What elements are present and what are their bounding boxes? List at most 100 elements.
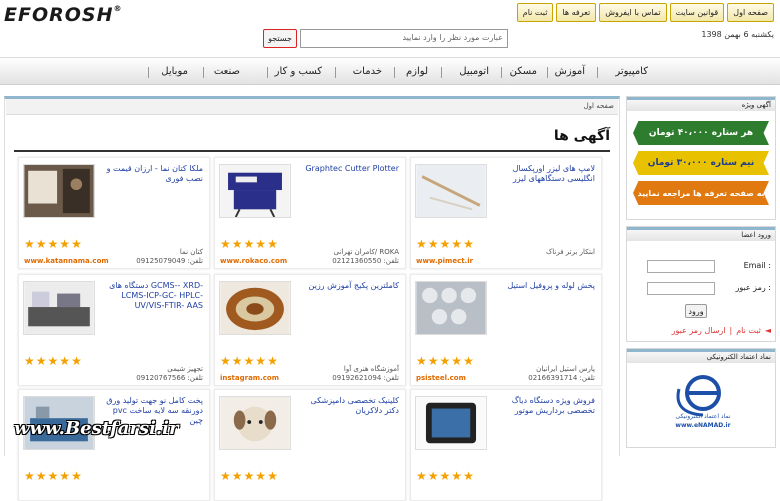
top-link-home[interactable]: صفحه اول [727,3,774,22]
nav-separator [203,67,204,78]
ad-card[interactable]: لامپ های لیزر اورپکسال انگلیسی دستگاههای… [410,157,602,269]
star-icon: ★ [47,354,59,368]
ad-image[interactable] [219,281,291,335]
ad-website-link[interactable]: psisteel.com [416,374,466,382]
top-link-tariffs[interactable]: تعرفه ها [556,3,597,22]
search-input[interactable]: عبارت مورد نظر را وارد نمایید [300,29,508,48]
breadcrumb[interactable]: صفحه اول [6,99,618,115]
ad-website-link[interactable]: www.pimect.ir [416,257,473,265]
ad-image[interactable] [23,281,95,335]
section-divider [14,150,610,152]
ad-phone: تلفن: 02121360550 [332,257,399,265]
rating-stars: ★ ★ ★ ★ ★ [416,355,474,367]
star-icon: ★ [463,354,474,368]
nav-housing[interactable]: مسکن [510,66,537,77]
star-icon: ★ [451,469,463,483]
star-icon: ★ [427,469,439,483]
star-icon: ★ [59,237,71,251]
nav-education[interactable]: آموزش [555,66,585,77]
ad-title[interactable]: کلینیک تخصصی دامپزشکی دکتر دلاکریان [295,396,399,416]
top-link-contact[interactable]: تماس با ایفروش [599,3,667,22]
ad-image[interactable] [23,164,95,218]
ad-card[interactable]: کلینیک تخصصی دامپزشکی دکتر دلاکریان ★ ★ ★ ★ ★ [214,389,406,501]
ad-card[interactable]: ملکا کتان نما - ارزان قیمت و نصب فوری ★ ★ ★… [18,157,210,269]
nav-separator [335,67,336,78]
ad-card[interactable]: دستگاه های GCMS-- XRD-LCMS-ICP-GC- HPLC-… [18,274,210,386]
ad-website-link[interactable]: www.katannama.com [24,257,109,265]
nav-appliances[interactable]: لوازم [406,66,428,77]
trust-caption: نماد اعتماد الکترونیکی [675,413,731,420]
nav-mobile[interactable]: موبایل [161,66,188,77]
star-icon: ★ [463,237,474,251]
nav-business[interactable]: کسب و کار [275,66,322,77]
nav-separator [501,67,502,78]
star-icon: ★ [255,354,267,368]
ad-title[interactable]: ملکا کتان نما - ارزان قیمت و نصب فوری [99,164,203,184]
login-button[interactable]: ورود [685,304,707,318]
ad-card[interactable]: فروش ویژه دستگاه دیاگ تخصصی برداریش موتو… [410,389,602,501]
nav-cars[interactable]: اتومبیل [459,66,489,77]
ad-image[interactable] [219,164,291,218]
ad-title[interactable]: پخش لوله و پروفیل استیل [491,281,595,291]
nav-services[interactable]: خدمات [353,66,382,77]
nav-separator [394,67,395,78]
ad-image[interactable] [219,396,291,450]
star-icon: ★ [24,354,35,368]
nav-computer[interactable]: کامپیوتر [615,66,648,77]
ad-title[interactable]: فروش ویژه دستگاه دیاگ تخصصی برداریش موتو… [491,396,595,416]
star-icon: ★ [59,469,71,483]
star-icon: ★ [47,469,59,483]
star-icon: ★ [231,469,243,483]
ad-phone: تلفن: 09120767566 [136,374,203,382]
rating-stars: ★ ★ ★ ★ ★ [220,238,278,250]
email-field[interactable] [647,260,715,273]
ad-card[interactable]: Graphtec Cutter Plotter ★ ★ ★ ★ ★ کامران تهران… [214,157,406,269]
star-icon: ★ [463,469,474,483]
star-icon: ★ [35,469,47,483]
ribbon-tariffs[interactable]: به صفحه تعرفه ها مراجعه نمایید [633,181,769,205]
ad-title[interactable]: دستگاه های GCMS-- XRD-LCMS-ICP-GC- HPLC-… [99,281,203,311]
star-icon: ★ [59,354,71,368]
nav-separator [547,67,548,78]
ad-card[interactable]: پخش لوله و پروفیل استیل ★ ★ ★ ★ ★ پارس استیل ا… [410,274,602,386]
enamad-seal-icon[interactable]: نماد اعتماد الکترونیکی www.eNAMAD.ir [665,369,741,445]
top-links: ثبت نام تعرفه ها تماس با ایفروش قوانین س… [516,3,774,22]
ad-website-link[interactable]: www.rokaco.com [220,257,287,265]
ad-title[interactable]: کاملترین پکیج آموزش رزین [295,281,400,291]
top-link-rules[interactable]: قوانین سایت [669,3,725,22]
links-separator: | [729,326,733,335]
login-title: ورود اعضا [627,227,775,241]
ad-image[interactable] [415,281,487,335]
ad-image[interactable] [415,164,487,218]
top-link-register[interactable]: ثبت نام [516,3,554,22]
star-icon: ★ [243,469,255,483]
register-link[interactable]: ثبت نام [736,326,761,335]
password-field[interactable] [647,282,715,295]
search-button[interactable]: جستجو [263,29,297,48]
star-icon: ★ [439,237,451,251]
category-nav: کامپیوتر آموزش مسکن اتومبیل لوازم خدمات … [0,57,780,85]
ad-website-link[interactable]: instagram.com [220,374,279,382]
star-icon: ★ [267,237,278,251]
nav-separator [148,67,149,78]
ad-title[interactable]: Graphtec Cutter Plotter [295,164,399,174]
trust-url: www.eNAMAD.ir [675,422,731,429]
ad-image[interactable] [415,396,487,450]
ad-card[interactable]: پخت کامل نو جهت تولید ورق pvc دورنقه سه … [18,389,210,501]
rating-stars: ★ ★ ★ ★ ★ [220,470,278,482]
forgot-password-link[interactable]: ارسال رمز عبور [672,326,726,335]
ad-title[interactable]: لامپ های لیزر اورپکسال انگلیسی دستگاههای… [491,164,595,184]
star-icon: ★ [255,469,267,483]
star-icon: ★ [231,354,243,368]
password-label: رمز عبور : [735,283,771,292]
ribbon-full-star[interactable]: هر ستاره ۴۰،۰۰۰ تومان [633,121,769,145]
ad-card[interactable]: کاملترین پکیج آموزش رزین ★ ★ ★ ★ ★ آموزشگاه هن… [214,274,406,386]
ad-advertiser: کامران تهرانی/ ROKA [333,248,399,256]
featured-ads-title: آگهی ویژه [627,97,775,111]
ribbon-half-star[interactable]: نیم ستاره ۳۰،۰۰۰ تومان [633,151,769,175]
site-logo[interactable]: EFOROSH® [4,4,122,26]
ad-advertiser: پارس استیل ایرانیان [536,365,595,373]
nav-industry[interactable]: صنعت [214,66,240,77]
rating-stars: ★ ★ ★ ★ ★ [416,470,474,482]
ad-advertiser: تجهیز شیمی [167,365,203,373]
